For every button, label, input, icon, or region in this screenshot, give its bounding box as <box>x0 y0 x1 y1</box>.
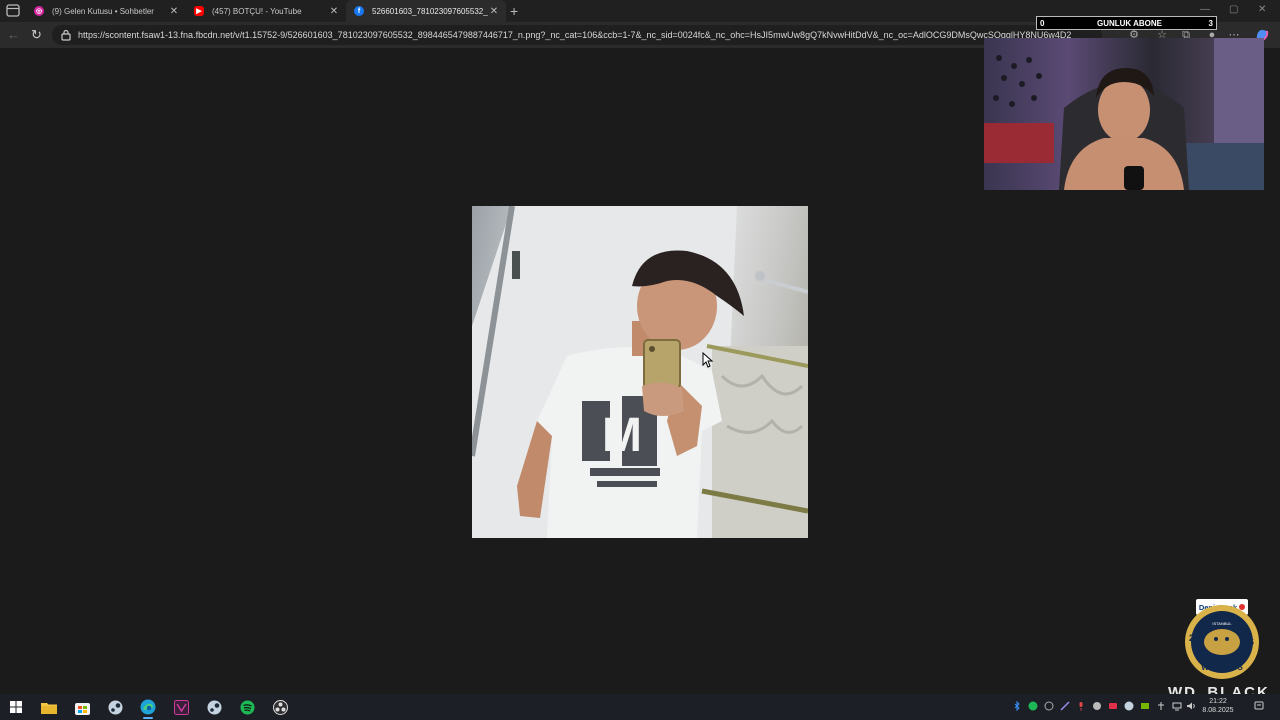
store-icon[interactable] <box>71 697 93 717</box>
close-tab-icon[interactable]: ✕ <box>488 6 500 17</box>
steam-icon[interactable] <box>104 697 126 717</box>
tab-youtube[interactable]: ▶ (457) BOTÇU! - YouTube ✕ <box>186 0 346 22</box>
tab-title: (457) BOTÇU! - YouTube <box>212 6 302 16</box>
youtube-icon: ▶ <box>194 6 204 16</box>
pen-icon[interactable] <box>1060 701 1070 711</box>
url-text: https://scontent.fsaw1-13.fna.fbcdn.net/… <box>78 30 1072 40</box>
usb-icon[interactable] <box>1156 701 1166 711</box>
close-tab-icon[interactable]: ✕ <box>328 6 340 17</box>
edge-icon[interactable] <box>137 697 159 719</box>
webcam-overlay <box>984 38 1264 190</box>
steam-icon[interactable] <box>203 697 225 717</box>
tab-instagram[interactable]: ◎ (9) Gelen Kutusu • Sohbetler ✕ <box>26 0 186 22</box>
tray-app-icon[interactable] <box>1092 701 1102 711</box>
svg-text:20: 20 <box>1189 633 1199 643</box>
bluetooth-icon[interactable] <box>1012 701 1022 711</box>
counter-left-value: 0 <box>1040 18 1045 28</box>
reload-icon[interactable]: ↻ <box>31 28 42 41</box>
notifications-icon[interactable] <box>1254 701 1264 711</box>
app-icon[interactable] <box>170 697 192 717</box>
tab-facebook-image[interactable]: f 526601603_781023097605532_8… ✕ <box>346 0 506 22</box>
network-icon[interactable] <box>1172 701 1182 711</box>
mirror-selfie-photo: M <box>472 206 808 538</box>
volume-icon[interactable] <box>1186 701 1196 711</box>
daily-subscriber-counter: 0 GUNLUK ABONE 3 <box>1036 16 1217 30</box>
obs-icon[interactable] <box>269 697 291 717</box>
record-icon[interactable] <box>1108 701 1118 711</box>
new-tab-button[interactable]: + <box>510 3 518 19</box>
steam-tray-icon[interactable] <box>1124 701 1134 711</box>
microphone-icon[interactable] <box>1076 701 1086 711</box>
tab-title: (9) Gelen Kutusu • Sohbetler <box>52 6 154 16</box>
counter-right-value: 3 <box>1208 18 1213 28</box>
file-explorer-icon[interactable] <box>38 697 60 717</box>
webcam-feed <box>984 38 1264 190</box>
spotify-tray-icon[interactable] <box>1028 701 1038 711</box>
minimize-icon[interactable]: — <box>1200 4 1210 15</box>
sponsor-badge: DenizBank 20 06 ISTANBUL WILDCATS <box>1182 598 1262 680</box>
svg-text:WILDCATS: WILDCATS <box>1201 663 1243 672</box>
back-icon[interactable]: ← <box>7 28 20 41</box>
mouse-cursor-icon <box>702 352 714 368</box>
shirt-print-graphic: M <box>602 409 642 462</box>
address-bar[interactable]: https://scontent.fsaw1-13.fna.fbcdn.net/… <box>52 25 1102 45</box>
close-tab-icon[interactable]: ✕ <box>168 6 180 17</box>
window-close-icon[interactable]: ✕ <box>1258 4 1266 15</box>
clock-date: 8.08.2025 <box>1202 707 1234 714</box>
wildcats-logo: DenizBank 20 06 ISTANBUL WILDCATS <box>1185 599 1259 679</box>
clock-time: 21:22 <box>1209 698 1227 705</box>
windows-start-icon[interactable] <box>5 697 27 717</box>
tab-actions-icon[interactable] <box>6 4 20 17</box>
windows-taskbar <box>0 694 1280 720</box>
tray-app-icon[interactable] <box>1044 701 1054 711</box>
site-info-icon[interactable] <box>60 29 72 41</box>
spotify-icon[interactable] <box>236 697 258 717</box>
svg-text:ISTANBUL: ISTANBUL <box>1212 621 1232 626</box>
facebook-icon: f <box>354 6 364 16</box>
svg-text:06: 06 <box>1244 637 1254 647</box>
maximize-icon[interactable]: ▢ <box>1229 4 1238 15</box>
counter-label: GUNLUK ABONE <box>1096 18 1163 28</box>
system-clock[interactable]: 21:22 8.08.2025 <box>1198 697 1238 715</box>
viewed-image: M <box>472 206 808 538</box>
instagram-icon: ◎ <box>34 6 44 16</box>
tab-title: 526601603_781023097605532_8… <box>372 6 488 16</box>
nvidia-icon[interactable] <box>1140 701 1150 711</box>
